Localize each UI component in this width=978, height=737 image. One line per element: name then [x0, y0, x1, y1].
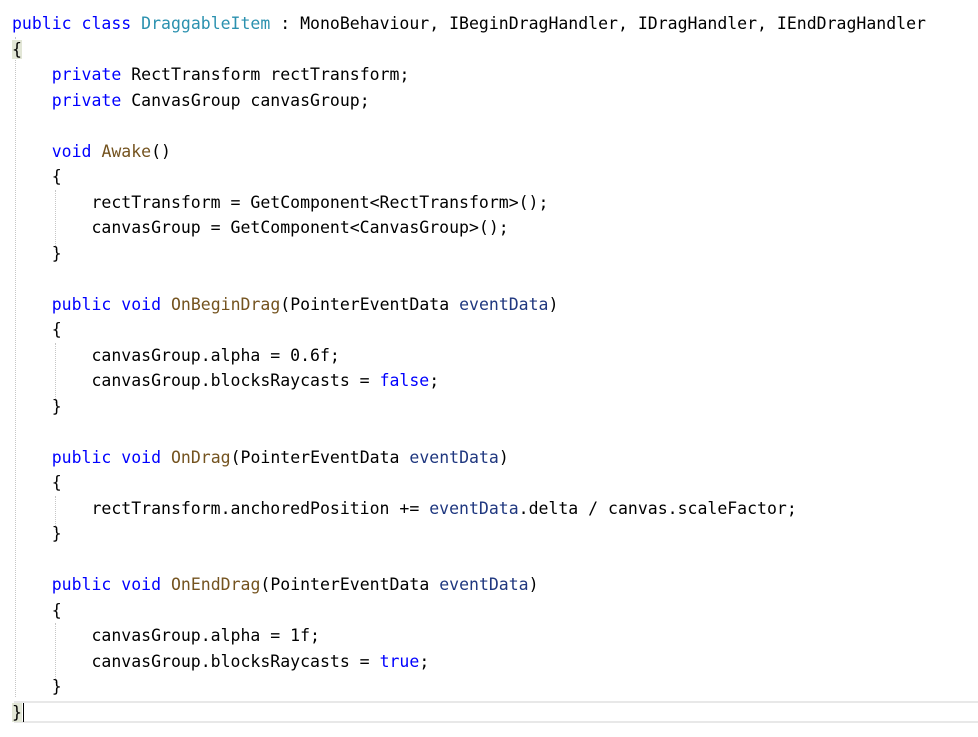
code-token: void [121, 294, 162, 314]
matched-brace: { [12, 39, 22, 59]
code-token: } [12, 677, 62, 696]
code-line[interactable]: { [0, 317, 978, 342]
code-token: (PointerEventData [230, 447, 410, 467]
code-token: OnDrag [170, 447, 231, 467]
code-token: } [12, 396, 62, 416]
code-token: rectTransform.anchoredPosition += [12, 498, 430, 518]
code-token: eventData [409, 447, 499, 467]
code-line[interactable]: public void OnDrag(PointerEventData even… [0, 445, 978, 470]
code-token: void [121, 447, 162, 467]
code-token: .delta / canvas.scaleFactor; [518, 498, 797, 518]
code-token: canvasGroup.alpha = 1f; [12, 626, 320, 645]
code-token: { [12, 320, 62, 339]
code-token: public [51, 575, 112, 594]
code-token: rectTransform = GetComponent<RectTransfo… [12, 192, 549, 212]
code-token: Awake [101, 141, 152, 161]
code-line[interactable] [0, 547, 978, 572]
code-line[interactable]: { [0, 164, 978, 189]
code-token: private [51, 65, 122, 84]
code-token: private [51, 90, 122, 110]
code-line[interactable]: private RectTransform rectTransform; [0, 62, 978, 87]
code-token: OnEndDrag [170, 575, 261, 594]
code-line[interactable]: public void OnEndDrag(PointerEventData e… [0, 572, 978, 597]
code-line[interactable]: public void OnBeginDrag(PointerEventData… [0, 292, 978, 317]
code-line[interactable]: canvasGroup.alpha = 0.6f; [0, 343, 978, 368]
code-token: ) [528, 575, 539, 594]
code-line[interactable] [0, 113, 978, 138]
code-line[interactable] [0, 419, 978, 444]
code-token: { [12, 473, 62, 492]
code-line[interactable]: public class DraggableItem : MonoBehavio… [0, 11, 978, 36]
code-line[interactable]: } [0, 394, 978, 419]
code-token: canvasGroup.blocksRaycasts = [12, 651, 380, 671]
code-token: ) [548, 294, 559, 314]
code-line[interactable]: { [0, 470, 978, 495]
code-token: ; [429, 371, 440, 390]
code-token: } [12, 243, 62, 263]
code-token: void [51, 141, 92, 161]
code-token: { [12, 167, 62, 186]
code-editor[interactable]: public class DraggableItem : MonoBehavio… [0, 0, 978, 737]
code-line[interactable]: } [0, 241, 978, 266]
code-line[interactable]: } [0, 674, 978, 699]
code-token: CanvasGroup canvasGroup; [121, 90, 370, 110]
code-token: class [81, 14, 132, 33]
code-line[interactable]: void Awake() [0, 139, 978, 164]
code-line[interactable]: canvasGroup = GetComponent<CanvasGroup>(… [0, 215, 978, 240]
code-token: } [12, 524, 62, 543]
code-line[interactable]: private CanvasGroup canvasGroup; [0, 88, 978, 113]
code-token: DraggableItem [141, 14, 271, 33]
code-token: eventData [459, 294, 549, 314]
code-token: eventData [439, 575, 529, 594]
code-line[interactable]: rectTransform.anchoredPosition += eventD… [0, 496, 978, 521]
code-token: { [12, 600, 62, 620]
code-token: canvasGroup.blocksRaycasts = [12, 371, 380, 390]
code-token: public [51, 447, 112, 467]
code-line[interactable] [0, 266, 978, 291]
code-line[interactable]: canvasGroup.blocksRaycasts = false; [0, 368, 978, 393]
code-token: (PointerEventData [260, 575, 440, 594]
code-line[interactable]: rectTransform = GetComponent<RectTransfo… [0, 190, 978, 215]
code-token: () [151, 141, 171, 161]
text-caret [22, 702, 24, 722]
code-token: : MonoBehaviour, IBeginDragHandler, IDra… [270, 14, 926, 33]
code-token: eventData [429, 498, 519, 518]
code-token: public [12, 14, 72, 33]
code-line[interactable]: canvasGroup.alpha = 1f; [0, 623, 978, 648]
code-token: (PointerEventData [280, 294, 460, 314]
code-token: RectTransform rectTransform; [121, 65, 410, 84]
code-token: true [379, 651, 420, 671]
matched-brace: } [12, 702, 22, 722]
code-token: OnBeginDrag [170, 294, 281, 314]
code-token: public [51, 294, 112, 314]
code-line[interactable]: canvasGroup.blocksRaycasts = true; [0, 649, 978, 674]
code-line[interactable]: { [0, 598, 978, 623]
code-token: canvasGroup.alpha = 0.6f; [12, 345, 340, 365]
code-token: ) [498, 447, 509, 467]
code-token: ; [419, 651, 430, 671]
code-line[interactable]: } [0, 521, 978, 546]
code-line[interactable]: } [0, 700, 978, 725]
code-token: void [121, 575, 162, 594]
code-line[interactable]: { [0, 37, 978, 62]
code-token: false [379, 371, 430, 390]
code-token: canvasGroup = GetComponent<CanvasGroup>(… [12, 218, 509, 237]
